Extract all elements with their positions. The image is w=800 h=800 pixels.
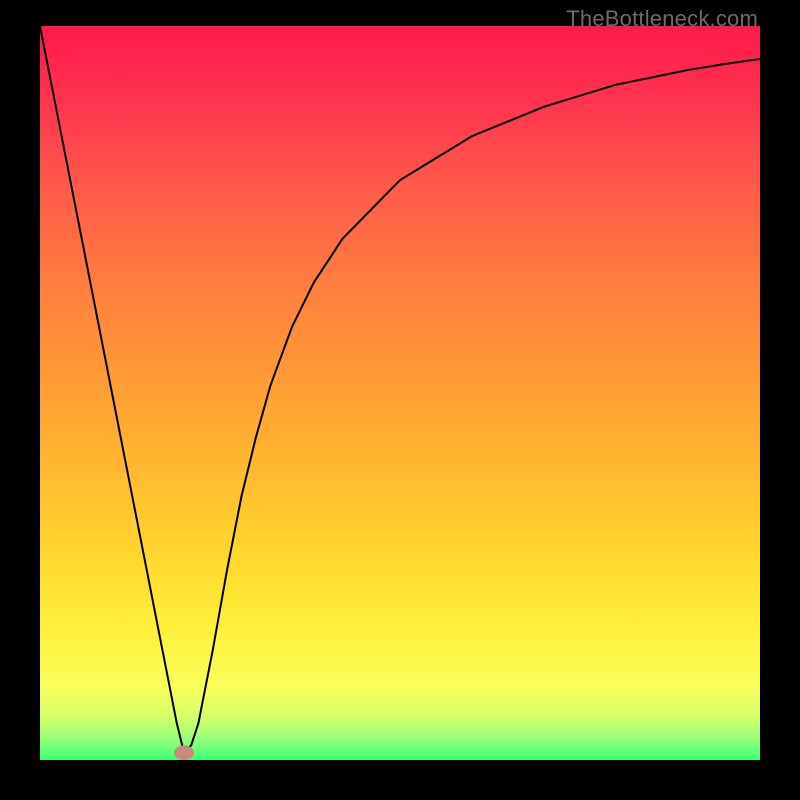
plot-area: [40, 26, 760, 760]
minimum-marker: [174, 745, 194, 760]
chart-frame: TheBottleneck.com: [0, 0, 800, 800]
chart-svg: [40, 26, 760, 760]
chart-background: [40, 26, 760, 760]
watermark-text: TheBottleneck.com: [566, 6, 758, 32]
